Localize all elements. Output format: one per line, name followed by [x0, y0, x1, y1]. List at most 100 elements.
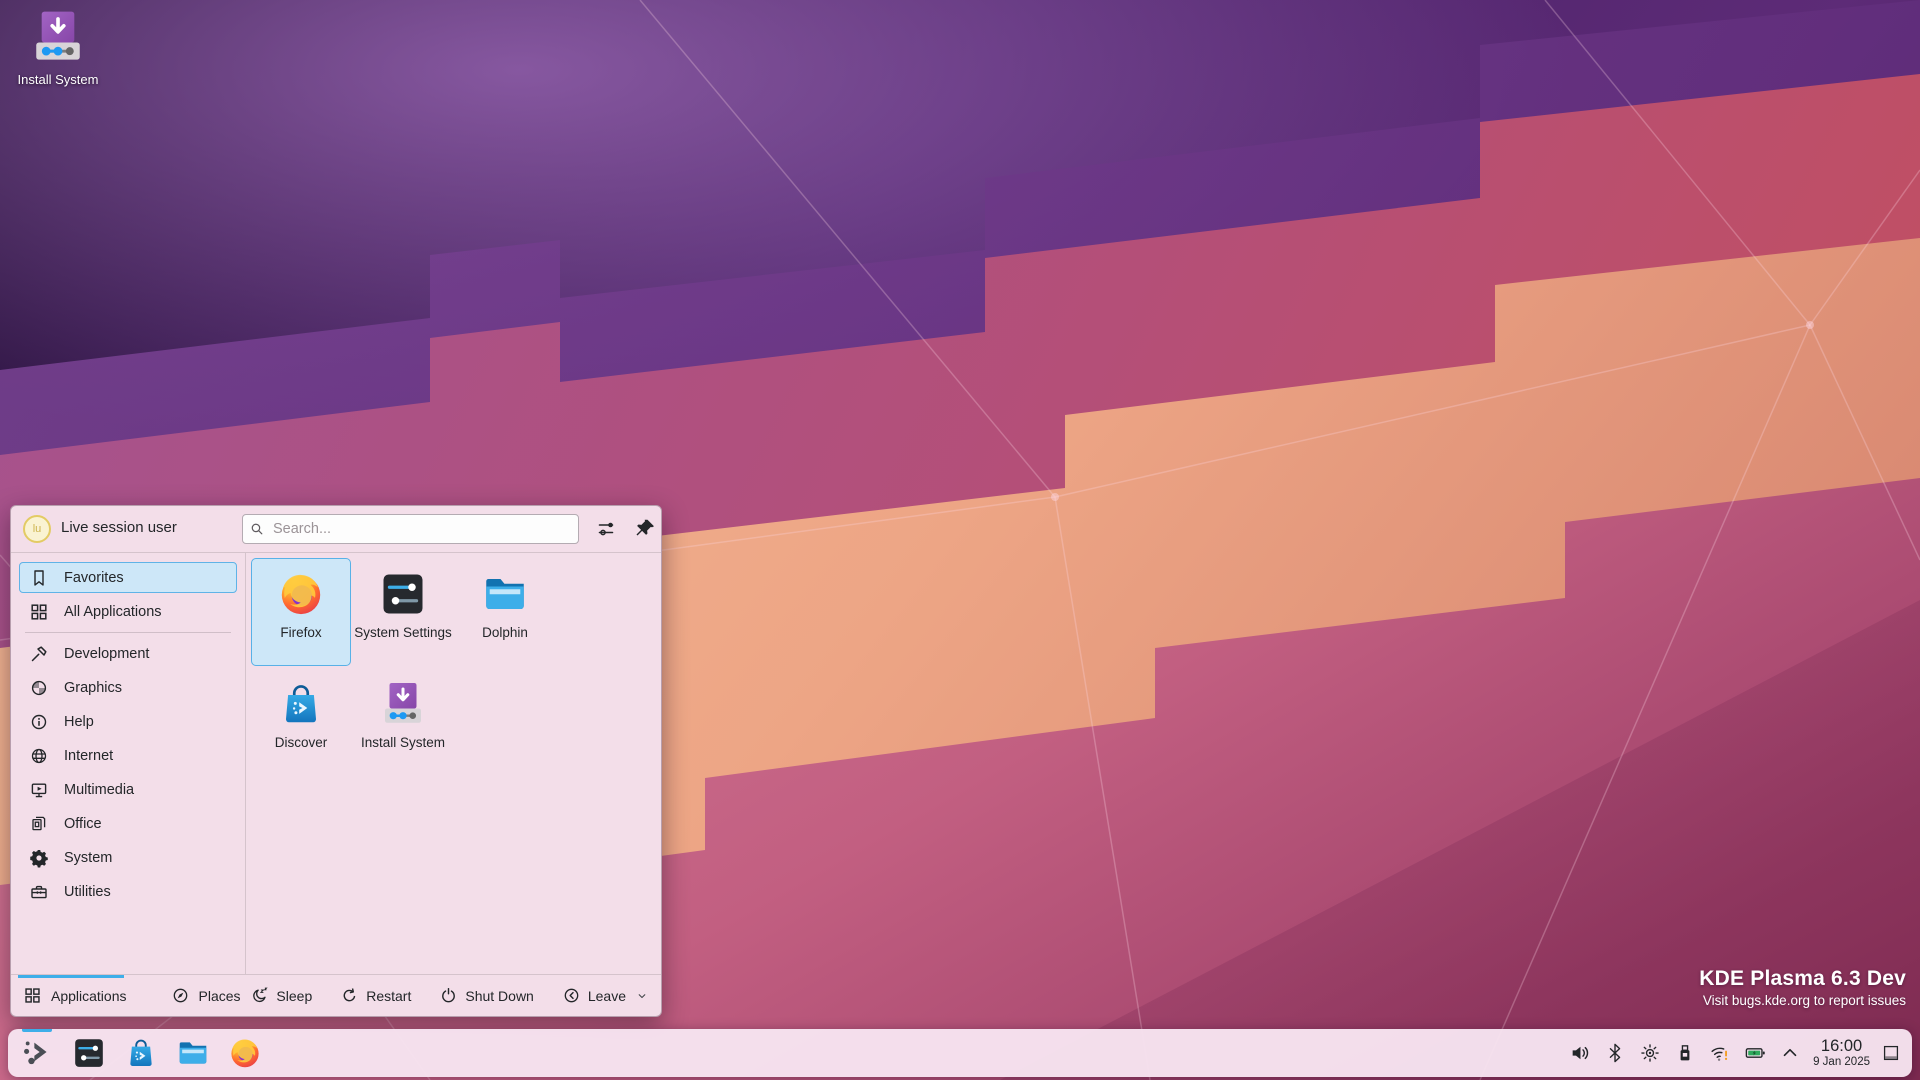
chevron-down-icon[interactable]	[635, 989, 649, 1003]
taskbar-discover[interactable]	[120, 1032, 162, 1074]
sidebar-separator	[25, 632, 231, 633]
tray-battery[interactable]	[1742, 1040, 1768, 1066]
show-desktop-button[interactable]	[1878, 1036, 1904, 1070]
sidebar-item-label: Help	[64, 713, 94, 730]
app-tile-label: Firefox	[280, 625, 322, 640]
desktop-icon-label: Install System	[17, 72, 99, 87]
footer-tab-places[interactable]: Places	[171, 986, 241, 1005]
launcher-app-grid: Firefox System Settings Dolphin Discover Ins…	[246, 553, 661, 974]
digital-clock[interactable]: 16:00 9 Jan 2025	[1813, 1036, 1870, 1068]
discover-icon	[124, 1036, 158, 1070]
search-icon	[249, 521, 265, 537]
plasma-bugs-text: Visit bugs.kde.org to report issues	[1702, 993, 1906, 1008]
user-name: Live session user	[61, 519, 177, 536]
gear-icon	[29, 848, 49, 868]
app-tile-discover[interactable]: Discover	[251, 668, 351, 776]
firefox-icon	[277, 570, 325, 618]
hammer-icon	[29, 644, 49, 664]
sidebar-item-office[interactable]: Office	[19, 808, 237, 839]
search-input[interactable]	[242, 514, 579, 544]
tray-network[interactable]	[1707, 1040, 1733, 1066]
tray-volume[interactable]	[1567, 1040, 1593, 1066]
tray-removable-device[interactable]	[1672, 1040, 1698, 1066]
battery-icon	[1744, 1042, 1766, 1064]
system-tray	[1567, 1040, 1803, 1066]
app-tile-system-settings[interactable]: System Settings	[353, 558, 453, 666]
sidebar-item-internet[interactable]: Internet	[19, 740, 237, 771]
taskbar-panel: 16:00 9 Jan 2025	[8, 1029, 1912, 1077]
compass-icon	[171, 986, 190, 1005]
sidebar-item-label: Favorites	[64, 569, 124, 586]
taskbar-application-launcher[interactable]	[16, 1029, 58, 1074]
sidebar-item-label: All Applications	[64, 603, 162, 620]
sleep-icon	[250, 986, 269, 1005]
system-settings-icon	[379, 570, 427, 618]
checker-icon	[29, 678, 49, 698]
action-shut-down[interactable]: Shut Down	[439, 986, 534, 1005]
session-actions: Sleep Restart Shut Down Leave	[250, 986, 649, 1005]
action-sleep[interactable]: Sleep	[250, 986, 312, 1005]
install-system-icon	[379, 680, 427, 728]
app-tile-label: Install System	[360, 735, 446, 750]
office-icon	[29, 814, 49, 834]
install-system-icon	[29, 8, 87, 68]
info-icon	[29, 712, 49, 732]
app-tile-install-system[interactable]: Install System	[353, 668, 453, 776]
volume-icon	[1569, 1042, 1591, 1064]
app-tile-dolphin[interactable]: Dolphin	[455, 558, 555, 666]
launcher-footer: Applications Places Sleep Restart Shut Down…	[11, 974, 661, 1016]
action-leave[interactable]: Leave	[562, 986, 649, 1005]
chevron-up-icon	[1779, 1042, 1801, 1064]
action-label: Leave	[587, 987, 626, 1004]
footer-tab-label: Applications	[51, 987, 127, 1004]
brightness-icon	[1639, 1042, 1661, 1064]
sidebar-item-system[interactable]: System	[19, 842, 237, 873]
footer-tab-applications[interactable]: Applications	[23, 986, 127, 1005]
footer-tabs: Applications Places	[23, 986, 241, 1005]
kde-launcher-icon	[20, 1036, 54, 1070]
sidebar-item-utilities[interactable]: Utilities	[19, 876, 237, 907]
shutdown-icon	[439, 986, 458, 1005]
discover-icon	[277, 680, 325, 728]
firefox-icon	[228, 1036, 262, 1070]
sidebar-item-development[interactable]: Development	[19, 638, 237, 669]
user-avatar[interactable]: lu	[23, 515, 51, 543]
app-tile-firefox[interactable]: Firefox	[251, 558, 351, 666]
tray-expand-tray[interactable]	[1777, 1040, 1803, 1066]
bluetooth-icon	[1604, 1042, 1626, 1064]
sidebar-item-graphics[interactable]: Graphics	[19, 672, 237, 703]
app-tile-label: Dolphin	[482, 625, 528, 640]
action-label: Shut Down	[465, 987, 534, 1004]
desktop-icon-install-system[interactable]: Install System	[12, 8, 104, 87]
taskbar-dolphin[interactable]	[172, 1032, 214, 1074]
sidebar-item-help[interactable]: Help	[19, 706, 237, 737]
launcher-body: Favorites All Applications Development Grap…	[11, 553, 661, 974]
plasma-version-text: KDE Plasma 6.3 Dev	[1699, 967, 1906, 990]
clock-time: 16:00	[1820, 1036, 1863, 1055]
sidebar-item-favorites[interactable]: Favorites	[19, 562, 237, 593]
sidebar-item-label: Development	[64, 645, 150, 662]
active-tab-indicator	[18, 975, 124, 978]
sidebar-item-label: Office	[64, 815, 102, 832]
tray-bluetooth[interactable]	[1602, 1040, 1628, 1066]
taskbar-system-settings[interactable]	[68, 1032, 110, 1074]
tray-brightness[interactable]	[1637, 1040, 1663, 1066]
grid-icon	[29, 602, 49, 622]
sidebar-item-multimedia[interactable]: Multimedia	[19, 774, 237, 805]
taskbar-firefox[interactable]	[224, 1032, 266, 1074]
launcher-header: lu Live session user	[11, 506, 661, 553]
action-label: Restart	[366, 987, 412, 1004]
multimedia-icon	[29, 780, 49, 800]
taskbar-pinned-apps	[16, 1029, 266, 1074]
leave-icon	[562, 986, 581, 1005]
sidebar-item-label: System	[64, 849, 113, 866]
plasma-branding: KDE Plasma 6.3 Dev Visit bugs.kde.org to…	[1699, 967, 1906, 1008]
sidebar-item-label: Utilities	[64, 883, 111, 900]
pin-icon[interactable]	[633, 517, 657, 541]
launcher-sidebar: Favorites All Applications Development Grap…	[11, 553, 246, 974]
configure-icon[interactable]	[595, 517, 619, 541]
bookmark-icon	[29, 568, 49, 588]
sidebar-item-all-applications[interactable]: All Applications	[19, 596, 237, 627]
toolbox-icon	[29, 882, 49, 902]
action-restart[interactable]: Restart	[340, 986, 411, 1005]
